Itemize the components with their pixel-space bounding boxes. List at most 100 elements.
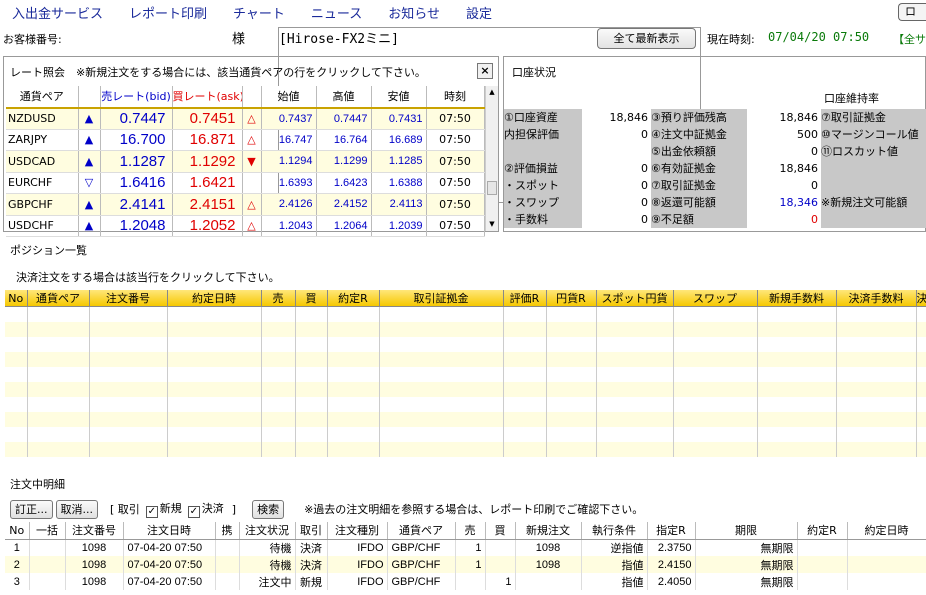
rate-bid: 2.4141 <box>100 193 173 216</box>
customer-honorific: 様 <box>232 32 246 47</box>
order-cell: GBP/CHF <box>387 556 456 573</box>
order-cell: 07-04-20 07:50 <box>123 573 216 590</box>
rate-row[interactable]: USDCHF ▲ 1.2048 1.2052 △ 1.2043 1.2064 1.2039 07… <box>6 215 485 237</box>
rate-row[interactable]: EURCHF ▽ 1.6416 1.6421 1.6393 1.6423 1.6388 07:… <box>6 172 485 194</box>
table-cell <box>546 441 597 457</box>
table-row <box>5 396 926 412</box>
order-row[interactable]: 2 1098 07-04-20 07:50 待機 決済 IFDO GBP/CHF 1 1098 指… <box>5 556 926 573</box>
menu-notice[interactable]: お知らせ <box>388 3 440 22</box>
account-value: 0 <box>582 126 651 143</box>
table-cell <box>596 306 674 322</box>
table-cell <box>916 336 926 352</box>
menu-settings[interactable]: 設定 <box>466 3 492 22</box>
filter-new-label: 新規 <box>159 502 182 515</box>
rate-row[interactable]: GBPCHF ▲ 2.4141 2.4151 △ 2.4126 2.4152 2.4113 07… <box>6 193 485 216</box>
filter-new-checkbox[interactable]: ✓ 新規 <box>145 500 182 518</box>
up-triangle-outline-icon: △ <box>242 129 262 151</box>
orders-title: 注文中明細 <box>10 478 65 491</box>
account-value: 0 <box>582 194 651 211</box>
account-value: 0 <box>747 211 821 228</box>
search-button[interactable]: 検索 <box>252 499 285 519</box>
order-cell: 3 <box>5 573 30 590</box>
order-row[interactable]: 1 1098 07-04-20 07:50 待機 決済 IFDO GBP/CHF 1 1098 逆… <box>5 539 926 556</box>
rate-row[interactable]: USDCAD ▲ 1.1287 1.1292 ▼ 1.1294 1.1299 1.1285 07… <box>6 150 485 173</box>
up-triangle-icon: ▲ <box>78 193 101 216</box>
menu-deposit[interactable]: 入出金サービス <box>12 3 103 22</box>
account-label: ・手数料 <box>504 211 582 228</box>
service-status: 【全サ <box>893 33 926 46</box>
table-cell <box>673 351 758 367</box>
rate-scrollbar[interactable]: ▲ ▼ <box>485 86 498 231</box>
table-cell <box>379 441 504 457</box>
orders-col-header: 買 <box>485 522 516 540</box>
cancel-order-button[interactable]: 取消... <box>55 499 98 519</box>
table-cell <box>5 381 28 397</box>
table-cell <box>89 321 168 337</box>
rate-ask: 0.7451 <box>172 107 243 130</box>
table-cell <box>261 321 296 337</box>
maintenance-label: ⑦取引証拠金 <box>821 109 926 126</box>
table-cell <box>757 426 837 442</box>
scroll-down-icon[interactable]: ▼ <box>486 218 498 231</box>
up-triangle-icon: ▲ <box>78 150 101 173</box>
orders-col-header: 注文状況 <box>239 522 296 540</box>
order-cell: 待機 <box>239 556 296 573</box>
order-cell <box>29 573 66 590</box>
table-cell <box>546 306 597 322</box>
rate-ask: 1.1292 <box>172 150 243 173</box>
scroll-up-icon[interactable]: ▲ <box>486 86 498 99</box>
correct-button[interactable]: 訂正... <box>10 499 53 519</box>
close-icon[interactable]: × <box>477 63 493 79</box>
col-high: 高値 <box>316 86 372 109</box>
table-cell <box>327 321 380 337</box>
account-label: ⑧返還可能額 <box>651 194 747 211</box>
table-cell <box>546 351 597 367</box>
table-cell <box>546 366 597 382</box>
table-cell <box>5 366 28 382</box>
rate-high: 2.4152 <box>316 193 372 216</box>
table-cell <box>836 306 917 322</box>
table-cell <box>673 381 758 397</box>
table-cell <box>167 396 262 412</box>
refresh-all-button[interactable]: 全て最新表示 <box>597 28 696 49</box>
rate-bid: 16.700 <box>100 129 173 151</box>
table-cell <box>916 321 926 337</box>
table-cell <box>503 396 547 412</box>
up-triangle-outline-icon: △ <box>242 193 262 216</box>
menu-chart[interactable]: チャート <box>233 3 285 22</box>
menu-news[interactable]: ニュース <box>311 3 362 22</box>
rate-row[interactable]: NZDUSD ▲ 0.7447 0.7451 △ 0.7437 0.7447 0.7431 07… <box>6 107 485 130</box>
order-cell: 新規 <box>295 573 328 590</box>
rate-row[interactable]: ZARJPY ▲ 16.700 16.871 △ 16.747 16.764 16.689 07… <box>6 129 485 151</box>
table-cell <box>503 351 547 367</box>
maintenance-ratio-title: 口座維持率 <box>824 92 879 105</box>
table-cell <box>836 441 917 457</box>
orders-note: ※過去の注文明細を参照する場合は、レポート印刷でご確認下さい。 <box>304 503 644 516</box>
table-cell <box>503 336 547 352</box>
table-cell <box>916 366 926 382</box>
positions-col-header: 約定R <box>327 290 380 307</box>
up-triangle-icon: ▲ <box>78 107 101 130</box>
account-row: ・スポット 0 ⑦取引証拠金 0 <box>504 177 926 194</box>
table-cell <box>757 336 837 352</box>
order-cell <box>797 556 848 573</box>
table-cell <box>327 411 380 427</box>
account-label: ⑤出金依頼額 <box>651 143 747 160</box>
rate-pair: EURCHF <box>6 172 79 194</box>
table-cell <box>379 396 504 412</box>
current-time-value: 07/04/20 07:50 <box>768 30 870 44</box>
account-value: 500 <box>747 126 821 143</box>
filter-settle-checkbox[interactable]: ✓ 決済 <box>187 500 224 518</box>
account-label: ②評価損益 <box>504 160 582 177</box>
orders-col-header: 指定R <box>647 522 696 540</box>
scroll-thumb[interactable] <box>487 181 497 195</box>
order-cell: 1 <box>485 573 516 590</box>
order-row[interactable]: 3 1098 07-04-20 07:50 注文中 新規 IFDO GBP/CHF 1 指値 2.… <box>5 573 926 590</box>
menu-report-print[interactable]: レポート印刷 <box>129 3 207 22</box>
order-cell: 1098 <box>65 556 124 573</box>
account-label: ①口座資産 <box>504 109 582 126</box>
logout-button[interactable]: ロ <box>898 3 926 21</box>
table-cell <box>757 351 837 367</box>
rate-high: 16.764 <box>316 129 372 151</box>
table-cell <box>379 366 504 382</box>
